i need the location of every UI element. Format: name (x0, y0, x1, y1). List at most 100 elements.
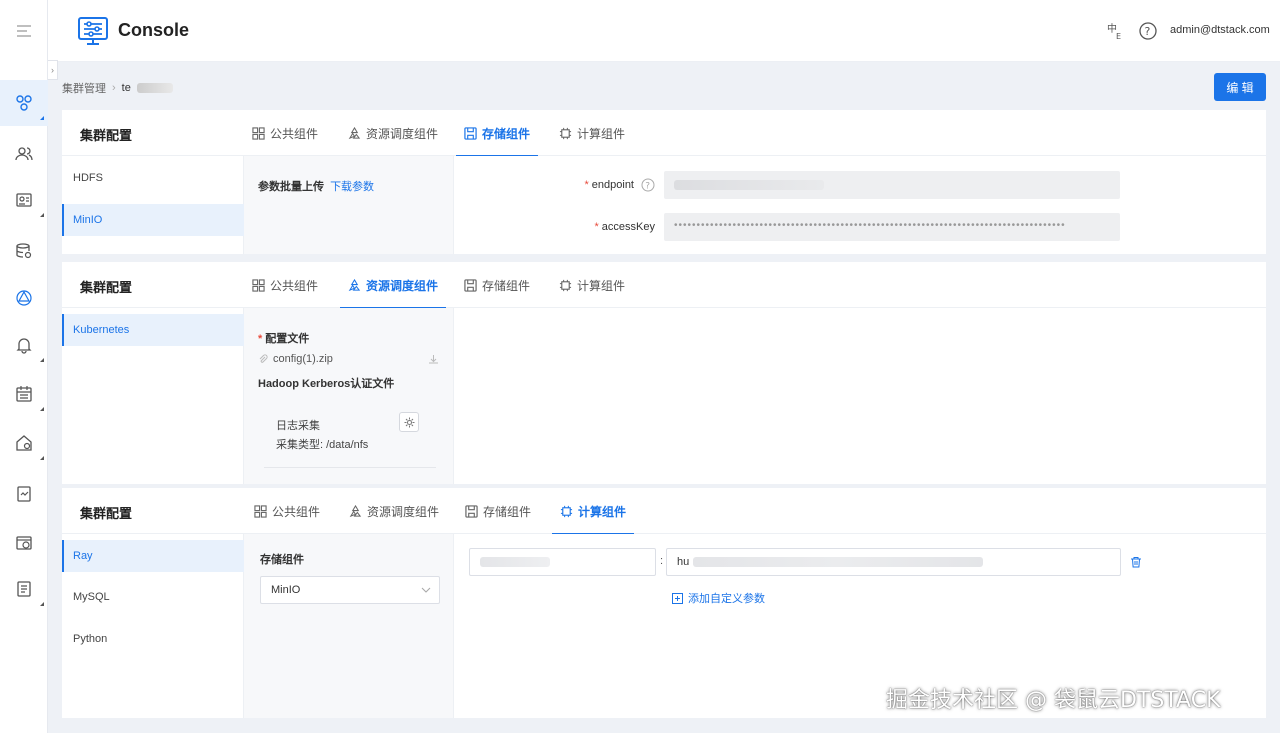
endpoint-blurred-value (674, 180, 824, 190)
tab-resource-scheduling[interactable]: 资源调度组件 (339, 262, 447, 309)
list-item-ray[interactable]: Ray (62, 540, 244, 572)
component-list: HDFS MinIO (62, 156, 244, 254)
param-colon: : (660, 555, 664, 567)
panel-header: 集群配置 公共组件 资源调度组件 存储组件 计算组件 (62, 262, 1266, 309)
tab-compute[interactable]: 计算组件 (559, 110, 625, 156)
storage-form: * endpoint ? * accessKey •••••••••••••••••… (454, 156, 1266, 254)
help-icon[interactable]: ? (1138, 21, 1158, 41)
recycle-icon (349, 504, 362, 517)
tab-label: 公共组件 (270, 126, 319, 141)
tab-label: 存储组件 (482, 126, 531, 141)
tab-label: 资源调度组件 (366, 126, 439, 141)
nav-bell-icon[interactable] (0, 322, 48, 368)
download-params-link[interactable]: 下载参数 (330, 181, 374, 193)
tab-compute[interactable]: 计算组件 (559, 262, 625, 308)
resource-config-panel: 集群配置 公共组件 资源调度组件 存储组件 计算组件 Kubernetes * … (62, 262, 1266, 484)
panel-title: 集群配置 (80, 506, 133, 521)
tab-storage[interactable]: 存储组件 (464, 262, 530, 308)
nav-document-icon[interactable] (0, 566, 48, 612)
log-settings-button[interactable] (399, 412, 419, 432)
list-item-hdfs[interactable]: HDFS (62, 162, 244, 194)
nav-cluster-icon[interactable] (0, 80, 48, 126)
user-account[interactable]: admin@dtstack.com (1170, 24, 1270, 36)
download-icon[interactable] (428, 354, 439, 365)
kerberos-file-label: Hadoop Kerberos认证文件 (258, 378, 395, 390)
tab-common[interactable]: 公共组件 (254, 488, 320, 534)
nav-calendar-icon[interactable] (0, 371, 48, 417)
recycle-icon (348, 126, 361, 139)
sidebar (0, 0, 48, 733)
endpoint-input[interactable] (664, 171, 1120, 199)
tab-label: 资源调度组件 (367, 504, 440, 519)
param-upload-column: 参数批量上传 下载参数 (244, 156, 454, 254)
tab-common[interactable]: 公共组件 (252, 262, 318, 308)
param-value-prefix: hu (677, 556, 690, 568)
nav-users-icon[interactable] (0, 131, 48, 177)
storage-component-select[interactable]: MinIO (260, 576, 440, 604)
collection-type: 采集类型: /data/nfs (276, 439, 369, 451)
config-file-label: * 配置文件 (258, 333, 310, 345)
breadcrumb-root[interactable]: 集群管理 (62, 80, 106, 96)
component-list: Ray MySQL Python (62, 534, 244, 718)
language-switch-icon[interactable]: 中 E (1106, 21, 1126, 41)
nav-schedule-icon[interactable] (0, 520, 48, 566)
console-logo-icon (78, 17, 108, 45)
add-custom-param-link[interactable]: 添加自定义参数 (672, 590, 765, 606)
chip-icon (559, 279, 572, 291)
storage-config-panel: 集群配置 公共组件 资源调度组件 存储组件 计算组件 HDFS MinIO 参数… (62, 110, 1266, 254)
nav-home-settings-icon[interactable] (0, 420, 48, 466)
tab-compute[interactable]: 计算组件 (551, 488, 635, 535)
endpoint-label: * endpoint (584, 179, 635, 191)
tab-storage[interactable]: 存储组件 (455, 110, 539, 157)
tab-storage[interactable]: 存储组件 (465, 488, 531, 534)
tab-label: 存储组件 (482, 278, 531, 293)
chevron-down-icon (421, 587, 431, 593)
param-value-input[interactable]: hu (666, 548, 1121, 576)
svg-text:E: E (1116, 32, 1121, 41)
tab-label: 计算组件 (577, 126, 626, 141)
list-item-mysql[interactable]: MySQL (62, 581, 244, 613)
attachment-icon (259, 354, 268, 363)
upload-params-row: 参数批量上传 下载参数 (258, 178, 374, 194)
delete-icon[interactable] (1130, 556, 1142, 568)
access-key-input[interactable]: ••••••••••••••••••••••••••••••••••••••••… (664, 213, 1120, 241)
resource-form (454, 308, 1266, 484)
chip-icon (560, 505, 573, 517)
list-item-kubernetes[interactable]: Kubernetes (62, 314, 244, 346)
breadcrumb-blurred-text (136, 83, 173, 93)
panel-title: 集群配置 (80, 128, 133, 143)
tab-resource-scheduling[interactable]: 资源调度组件 (348, 110, 438, 156)
list-item-minio[interactable]: MinIO (62, 204, 244, 236)
grid-icon (252, 278, 265, 292)
tab-common[interactable]: 公共组件 (252, 110, 318, 156)
tab-label: 公共组件 (270, 278, 319, 293)
top-header: Console 中 E ? admin@dtstack.com (48, 0, 1280, 62)
config-file-column: * 配置文件 config(1).zip Hadoop Kerberos认证文件 … (244, 308, 454, 484)
watermark-text: 掘金技术社区 @ 袋鼠云DTSTACK (886, 688, 1221, 713)
tab-label: 存储组件 (483, 504, 532, 519)
chip-icon (559, 127, 572, 139)
edit-button[interactable]: 编 辑 (1214, 73, 1266, 101)
config-file-item[interactable]: config(1).zip (258, 353, 333, 365)
menu-icon[interactable] (0, 0, 48, 62)
param-key-input[interactable] (469, 548, 656, 576)
tab-label: 公共组件 (272, 504, 321, 519)
log-collection-label: 日志采集 (276, 420, 320, 432)
plus-square-icon (672, 592, 683, 604)
sidebar-expand-chevron-icon[interactable]: › (48, 60, 58, 80)
nav-database-icon[interactable] (0, 228, 48, 274)
list-item-python[interactable]: Python (62, 623, 244, 655)
grid-icon (252, 126, 265, 140)
nav-report-icon[interactable] (0, 471, 48, 517)
nav-id-card-icon[interactable] (0, 177, 48, 223)
component-list: Kubernetes (62, 308, 244, 484)
panel-title: 集群配置 (80, 280, 133, 295)
panel-header: 集群配置 公共组件 资源调度组件 存储组件 计算组件 (62, 488, 1266, 535)
recycle-icon (348, 278, 361, 291)
question-circle-icon[interactable]: ? (641, 178, 655, 192)
tab-resource-scheduling[interactable]: 资源调度组件 (349, 488, 439, 534)
upload-params-label: 参数批量上传 (258, 181, 324, 193)
config-file-name: config(1).zip (273, 353, 333, 365)
nav-network-icon[interactable] (0, 275, 48, 321)
add-custom-param-label: 添加自定义参数 (688, 593, 765, 605)
